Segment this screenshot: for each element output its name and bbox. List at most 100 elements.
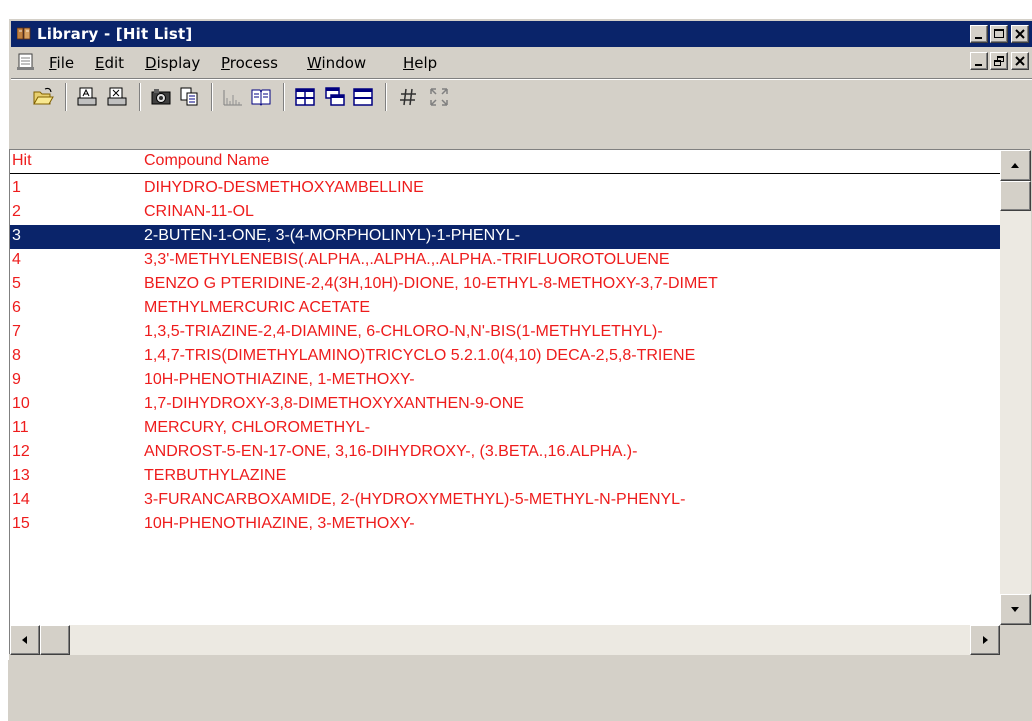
close-icon — [1015, 29, 1025, 39]
hit-number: 10 — [12, 395, 30, 412]
menu-help[interactable]: Help — [403, 54, 437, 72]
number-button[interactable] — [397, 85, 421, 109]
table-row[interactable]: 15 10H-PHENOTHIAZINE, 3-METHOXY- — [10, 513, 1000, 537]
compound-name: 2-BUTEN-1-ONE, 3-(4-MORPHOLINYL)-1-PHENY… — [144, 227, 521, 244]
camera-icon — [151, 89, 171, 105]
toolbar-separator — [211, 83, 213, 111]
hit-number: 5 — [12, 275, 21, 292]
book-icon — [251, 89, 271, 106]
open-button[interactable] — [31, 85, 55, 109]
spectrum-button[interactable] — [221, 85, 245, 109]
fullscreen-icon — [430, 88, 448, 106]
scroll-thumb[interactable] — [1000, 181, 1031, 211]
column-header-hit[interactable]: Hit — [12, 152, 32, 170]
arrow-right-icon — [983, 636, 988, 644]
child-close-button[interactable] — [1011, 52, 1029, 70]
minimize-icon — [975, 37, 982, 39]
scroll-up-button[interactable] — [1000, 150, 1031, 181]
menu-file[interactable]: File — [49, 54, 74, 72]
open-folder-icon — [33, 87, 54, 105]
hit-number: 6 — [12, 299, 21, 316]
hit-rows: 1 DIHYDRO-DESMETHOXYAMBELLINE 2 CRINAN-11-O… — [10, 177, 1000, 625]
print-preview-button[interactable] — [105, 85, 129, 109]
hit-number: 2 — [12, 203, 21, 220]
table-row[interactable]: 13 TERBUTHYLAZINE — [10, 465, 1000, 489]
toolbar-separator — [385, 83, 387, 111]
arrow-left-icon — [22, 636, 27, 644]
column-header-compound-name[interactable]: Compound Name — [144, 152, 269, 170]
compound-name: TERBUTHYLAZINE — [144, 467, 287, 484]
arrow-up-icon — [1011, 163, 1019, 168]
scroll-down-button[interactable] — [1000, 594, 1031, 625]
hit-number: 12 — [12, 443, 30, 460]
vertical-scrollbar[interactable] — [1000, 150, 1031, 625]
cascade-button[interactable] — [323, 85, 347, 109]
menu-process[interactable]: Process — [221, 54, 278, 72]
minimize-icon — [975, 64, 982, 66]
toolbar-separator — [283, 83, 285, 111]
menu-display[interactable]: Display — [145, 54, 200, 72]
table-row[interactable]: 7 1,3,5-TRIAZINE-2,4-DIAMINE, 6-CHLORO-N,… — [10, 321, 1000, 345]
book-button[interactable] — [249, 85, 273, 109]
number-icon — [400, 88, 416, 106]
arrange-icon — [353, 88, 373, 106]
hit-number: 11 — [12, 419, 29, 436]
arrange-button[interactable] — [351, 85, 375, 109]
table-row[interactable]: 12 ANDROST-5-EN-17-ONE, 3,16-DIHYDROXY-, … — [10, 441, 1000, 465]
maximize-button[interactable] — [990, 25, 1008, 43]
compound-name: DIHYDRO-DESMETHOXYAMBELLINE — [144, 179, 424, 196]
compound-name: CRINAN-11-OL — [144, 203, 254, 220]
compound-name: BENZO G PTERIDINE-2,4(3H,10H)-DIONE, 10-… — [144, 275, 718, 292]
minimize-button[interactable] — [970, 25, 988, 43]
cascade-icon — [325, 87, 345, 106]
hit-number: 13 — [12, 467, 30, 484]
spectrum-icon — [223, 90, 242, 106]
print-button[interactable] — [75, 85, 99, 109]
compound-name: METHYLMERCURIC ACETATE — [144, 299, 371, 316]
print-icon — [77, 87, 97, 106]
child-restore-button[interactable] — [990, 52, 1008, 70]
copy-icon — [180, 87, 198, 106]
menu-window[interactable]: Window — [307, 54, 366, 72]
compound-name: 3,3'-METHYLENEBIS(.ALPHA.,.ALPHA.,.ALPHA… — [144, 251, 670, 268]
compound-name: 1,3,5-TRIAZINE-2,4-DIAMINE, 6-CHLORO-N,N… — [144, 323, 663, 340]
scroll-left-button[interactable] — [10, 625, 40, 655]
copy-button[interactable] — [177, 85, 201, 109]
library-app-icon — [17, 27, 31, 40]
scroll-right-button[interactable] — [970, 625, 1000, 655]
toolbar-separator — [139, 83, 141, 111]
document-icon[interactable] — [17, 53, 35, 71]
hit-number: 4 — [12, 251, 21, 268]
compound-name: MERCURY, CHLOROMETHYL- — [144, 419, 371, 436]
table-row[interactable]: 14 3-FURANCARBOXAMIDE, 2-(HYDROXYMETHYL)-… — [10, 489, 1000, 513]
horizontal-scrollbar[interactable] — [10, 625, 1031, 655]
menu-bar: File Edit Display Process Window Help — [11, 49, 1032, 75]
title-bar[interactable]: Library - [Hit List] — [11, 21, 1032, 47]
table-row[interactable]: 11 MERCURY, CHLOROMETHYL- — [10, 417, 1000, 441]
table-row[interactable]: 6 METHYLMERCURIC ACETATE — [10, 297, 1000, 321]
arrow-down-icon — [1011, 607, 1019, 612]
close-button[interactable] — [1011, 25, 1029, 43]
child-minimize-button[interactable] — [970, 52, 988, 70]
table-row[interactable]: 4 3,3'-METHYLENEBIS(.ALPHA.,.ALPHA.,.ALPH… — [10, 249, 1000, 273]
table-row[interactable]: 3 2-BUTEN-1-ONE, 3-(4-MORPHOLINYL)-1-PHEN… — [10, 225, 1000, 249]
horizontal-scroll-thumb[interactable] — [40, 625, 70, 655]
hit-number: 14 — [12, 491, 30, 508]
hit-number: 3 — [12, 227, 21, 244]
menu-edit[interactable]: Edit — [95, 54, 124, 72]
hit-list[interactable]: Hit Compound Name 1 DIHYDRO-DESMETHOXYAMB… — [9, 149, 1031, 655]
fullscreen-button[interactable] — [427, 85, 451, 109]
table-row[interactable]: 10 1,7-DIHYDROXY-3,8-DIMETHOXYXANTHEN-9-O… — [10, 393, 1000, 417]
table-row[interactable]: 8 1,4,7-TRIS(DIMETHYLAMINO)TRICYCLO 5.2.1… — [10, 345, 1000, 369]
table-row[interactable]: 9 10H-PHENOTHIAZINE, 1-METHOXY- — [10, 369, 1000, 393]
close-icon — [1015, 56, 1025, 66]
table-row[interactable]: 5 BENZO G PTERIDINE-2,4(3H,10H)-DIONE, 10… — [10, 273, 1000, 297]
camera-button[interactable] — [149, 85, 173, 109]
toolbar-separator — [65, 83, 67, 111]
table-row[interactable]: 1 DIHYDRO-DESMETHOXYAMBELLINE — [10, 177, 1000, 201]
tile-button[interactable] — [293, 85, 317, 109]
tile-icon — [295, 88, 315, 106]
table-row[interactable]: 2 CRINAN-11-OL — [10, 201, 1000, 225]
hit-number: 9 — [12, 371, 21, 388]
compound-name: 1,7-DIHYDROXY-3,8-DIMETHOXYXANTHEN-9-ONE — [144, 395, 524, 412]
